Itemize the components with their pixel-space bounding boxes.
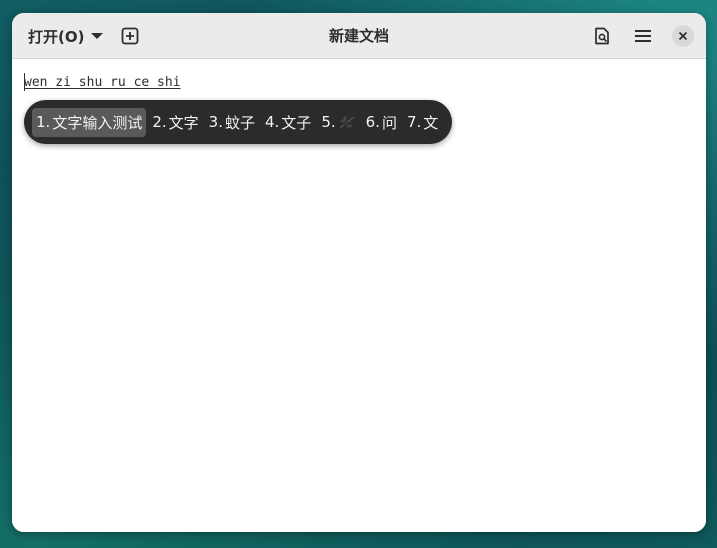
new-tab-icon [121,27,139,45]
candidate-text: 文子 [281,113,312,132]
hamburger-menu-icon [635,30,651,42]
candidate-number: 1. [36,113,51,131]
candidate-number: 5. [321,113,336,131]
text-editor-window: 新建文档 打开(O) wen zi shu ru ce shi 1. 文字输入测… [12,13,706,532]
candidate-6[interactable]: 6. 问 [362,108,401,137]
close-icon [678,31,688,41]
candidate-text: 蚊子 [224,113,255,132]
candidate-text: 文字 [168,113,199,132]
chevron-down-icon [91,33,104,39]
candidate-number: 7. [406,113,422,131]
ime-preedit-text: wen zi shu ru ce shi [24,75,181,90]
candidate-text: 问 [381,113,397,132]
candidate-number: 2. [152,113,167,131]
close-button[interactable] [668,21,698,51]
candidate-3[interactable]: 3. 蚊子 [205,108,259,137]
candidate-text: 文 [423,113,439,132]
candidate-text: 文字输入测试 [52,113,143,132]
new-tab-button[interactable] [115,21,145,51]
main-menu-button[interactable] [628,21,658,51]
candidate-number: 4. [264,113,280,131]
candidate-number: 3. [208,113,223,131]
open-button-label: 打开(O) [28,27,85,46]
save-document-icon [595,27,609,45]
candidate-number: 6. [365,113,380,131]
candidate-5[interactable]: 5. [317,109,359,135]
save-button[interactable] [587,21,617,51]
candidate-1[interactable]: 1. 文字输入测试 [32,107,147,137]
candidate-2[interactable]: 2. 文字 [148,108,202,137]
mosquito-emoji-icon [339,115,355,129]
candidate-7[interactable]: 7. 文 [403,108,442,137]
headerbar: 新建文档 打开(O) [12,13,706,59]
close-button-circle [672,25,694,47]
ime-candidate-popup: 1. 文字输入测试 2. 文字 3. 蚊子 4. 文子 5. 6. 问 7. 文 [24,100,453,144]
open-button[interactable]: 打开(O) [20,21,111,51]
text-editor-area[interactable]: wen zi shu ru ce shi 1. 文字输入测试 2. 文字 3. … [12,59,706,532]
candidate-4[interactable]: 4. 文子 [261,108,315,137]
